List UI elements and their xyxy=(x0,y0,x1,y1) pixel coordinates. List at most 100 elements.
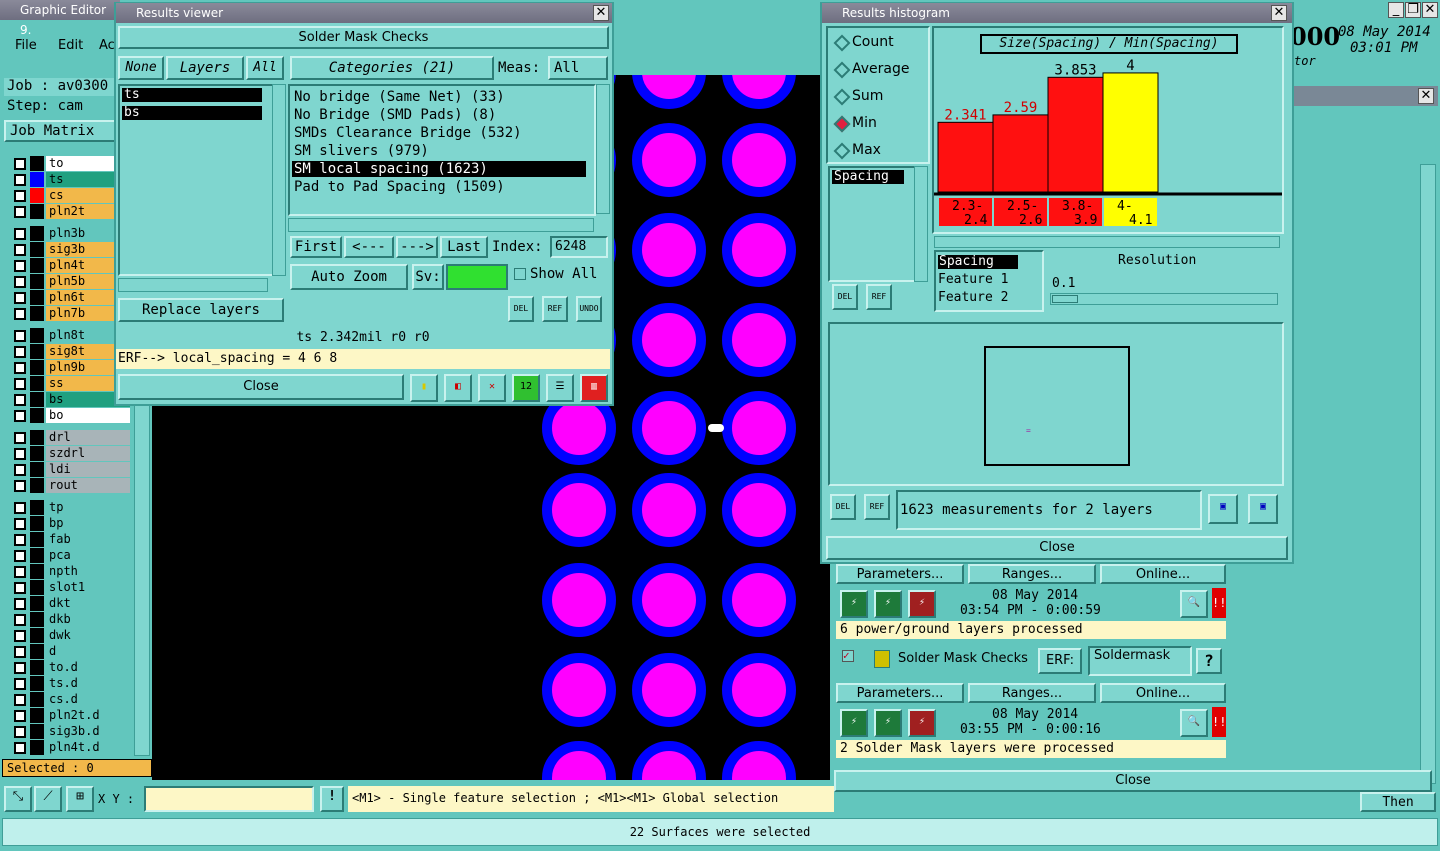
category-item[interactable]: No Bridge (SMD Pads) (8) xyxy=(292,107,586,123)
layer-name[interactable]: to.d xyxy=(46,660,130,675)
undo-icon[interactable]: UNDO xyxy=(576,296,602,322)
job-matrix-button[interactable]: Job Matrix xyxy=(4,120,116,142)
pad[interactable] xyxy=(722,741,796,780)
histogram-icon[interactable]: ▥ xyxy=(580,374,608,402)
layer-checkbox[interactable] xyxy=(14,598,26,610)
next-button[interactable]: ---> xyxy=(396,236,438,258)
layer-checkbox[interactable] xyxy=(14,566,26,578)
measure-tool-icon[interactable]: ⟋ xyxy=(34,786,62,812)
layer-checkbox[interactable] xyxy=(14,742,26,754)
layer-name[interactable]: pca xyxy=(46,548,130,563)
pad[interactable] xyxy=(722,75,796,109)
erf-button[interactable]: ERF: xyxy=(1038,648,1082,674)
layer-row-pln9b[interactable]: pln9b xyxy=(8,360,130,375)
layer-name[interactable]: sig3b.d xyxy=(46,724,130,739)
layer-row-pln2t[interactable]: pln2t xyxy=(8,204,130,219)
layer-row-slot1[interactable]: slot1 xyxy=(8,580,130,595)
layer-checkbox[interactable] xyxy=(14,662,26,674)
erf-value-field[interactable]: Soldermask xyxy=(1088,646,1192,676)
ranges-button-1[interactable]: Ranges... xyxy=(968,564,1096,584)
category-vscroll[interactable] xyxy=(596,84,610,214)
pad[interactable] xyxy=(632,741,706,780)
highlight-icon[interactable]: ◧ xyxy=(444,374,472,402)
menu-edit[interactable]: Edit xyxy=(58,38,83,53)
pad[interactable] xyxy=(722,213,796,287)
pad[interactable] xyxy=(722,391,796,465)
ranges-button-2[interactable]: Ranges... xyxy=(968,683,1096,703)
layer-checkbox[interactable] xyxy=(14,630,26,642)
resolution-slider-thumb[interactable] xyxy=(1052,295,1078,303)
alert-icon-1[interactable]: !! xyxy=(1212,588,1226,618)
run-icon-2b[interactable]: ⚡ xyxy=(874,709,902,737)
replace-layers-dropdown[interactable]: Replace layers xyxy=(118,298,284,322)
layer-checkbox[interactable] xyxy=(14,190,26,202)
del-icon[interactable]: DEL xyxy=(508,296,534,322)
layer-name[interactable]: cs.d xyxy=(46,692,130,707)
layer-name[interactable]: drl xyxy=(46,430,130,445)
pad[interactable] xyxy=(722,473,796,547)
option-label-sum[interactable]: Sum xyxy=(852,88,883,104)
layer-row-ts.d[interactable]: ts.d xyxy=(8,676,130,691)
prev-button[interactable]: <--- xyxy=(344,236,394,258)
auto-zoom-dropdown[interactable]: Auto Zoom xyxy=(290,264,408,290)
layer-checkbox[interactable] xyxy=(14,710,26,722)
layer-row-ss[interactable]: ss xyxy=(8,376,130,391)
menu-file[interactable]: File xyxy=(15,38,37,53)
layer-name[interactable]: ts.d xyxy=(46,676,130,691)
hist-ref-icon[interactable]: REF xyxy=(866,284,892,310)
layer-checkbox[interactable] xyxy=(14,694,26,706)
layer-checkbox[interactable] xyxy=(14,308,26,320)
run-icon-2c[interactable]: ⚡ xyxy=(908,709,936,737)
pad[interactable] xyxy=(632,563,706,637)
pad[interactable] xyxy=(542,741,616,780)
histogram-close-x[interactable]: ✕ xyxy=(1271,5,1287,21)
layer-checkbox[interactable] xyxy=(14,330,26,342)
layer-row-to[interactable]: to xyxy=(8,156,130,171)
online-button-2[interactable]: Online... xyxy=(1100,683,1226,703)
layer-checkbox[interactable] xyxy=(14,276,26,288)
layer-name[interactable]: rout xyxy=(46,478,130,493)
viewer-layer-item-bs[interactable]: bs xyxy=(122,106,262,120)
ref-icon[interactable]: REF xyxy=(542,296,568,322)
menu-actions[interactable]: Ac xyxy=(99,38,115,53)
index-input[interactable]: 6248 xyxy=(550,236,608,258)
viewer-layer-item-ts[interactable]: ts xyxy=(122,88,262,102)
property-spacing[interactable]: Spacing xyxy=(938,255,1018,269)
run-icon-1b[interactable]: ⚡ xyxy=(874,590,902,618)
hist-ref-icon-2[interactable]: REF xyxy=(864,494,890,520)
layer-row-szdrl[interactable]: szdrl xyxy=(8,446,130,461)
viewer-layer-vscroll[interactable] xyxy=(272,84,286,276)
layer-checkbox[interactable] xyxy=(14,410,26,422)
layer-checkbox[interactable] xyxy=(14,206,26,218)
layer-row-npth[interactable]: npth xyxy=(8,564,130,579)
layer-row-pln3b[interactable]: pln3b xyxy=(8,226,130,241)
online-button-1[interactable]: Online... xyxy=(1100,564,1226,584)
layer-name[interactable]: tp xyxy=(46,500,130,515)
pad[interactable] xyxy=(632,75,706,109)
layer-checkbox[interactable] xyxy=(14,646,26,658)
layer-row-cs[interactable]: cs xyxy=(8,188,130,203)
layer-checkbox[interactable] xyxy=(14,158,26,170)
run-icon-1a[interactable]: ⚡ xyxy=(840,590,868,618)
pad[interactable] xyxy=(632,213,706,287)
layer-name[interactable]: szdrl xyxy=(46,446,130,461)
pad[interactable] xyxy=(632,123,706,197)
layer-row-ts[interactable]: ts xyxy=(8,172,130,187)
viewer-layer-hscroll[interactable] xyxy=(118,278,268,292)
layer-row-pln4t.d[interactable]: pln4t.d xyxy=(8,740,130,755)
layer-checkbox[interactable] xyxy=(14,228,26,240)
layer-row-sig8t[interactable]: sig8t xyxy=(8,344,130,359)
layer-row-pca[interactable]: pca xyxy=(8,548,130,563)
viewer-close-x[interactable]: ✕ xyxy=(593,5,609,21)
select-tool-icon[interactable]: ⤡ xyxy=(4,786,32,812)
layer-row-fab[interactable]: fab xyxy=(8,532,130,547)
layer-name[interactable]: ldi xyxy=(46,462,130,477)
category-item[interactable]: No bridge (Same Net) (33) xyxy=(292,89,586,105)
pad[interactable] xyxy=(722,653,796,727)
attribute-item-spacing[interactable]: Spacing xyxy=(832,170,904,184)
hist-del-icon-2[interactable]: DEL xyxy=(830,494,856,520)
layer-checkbox[interactable] xyxy=(14,292,26,304)
layer-name[interactable]: bp xyxy=(46,516,130,531)
category-item[interactable]: SM slivers (979) xyxy=(292,143,586,159)
category-hscroll[interactable] xyxy=(288,218,594,232)
